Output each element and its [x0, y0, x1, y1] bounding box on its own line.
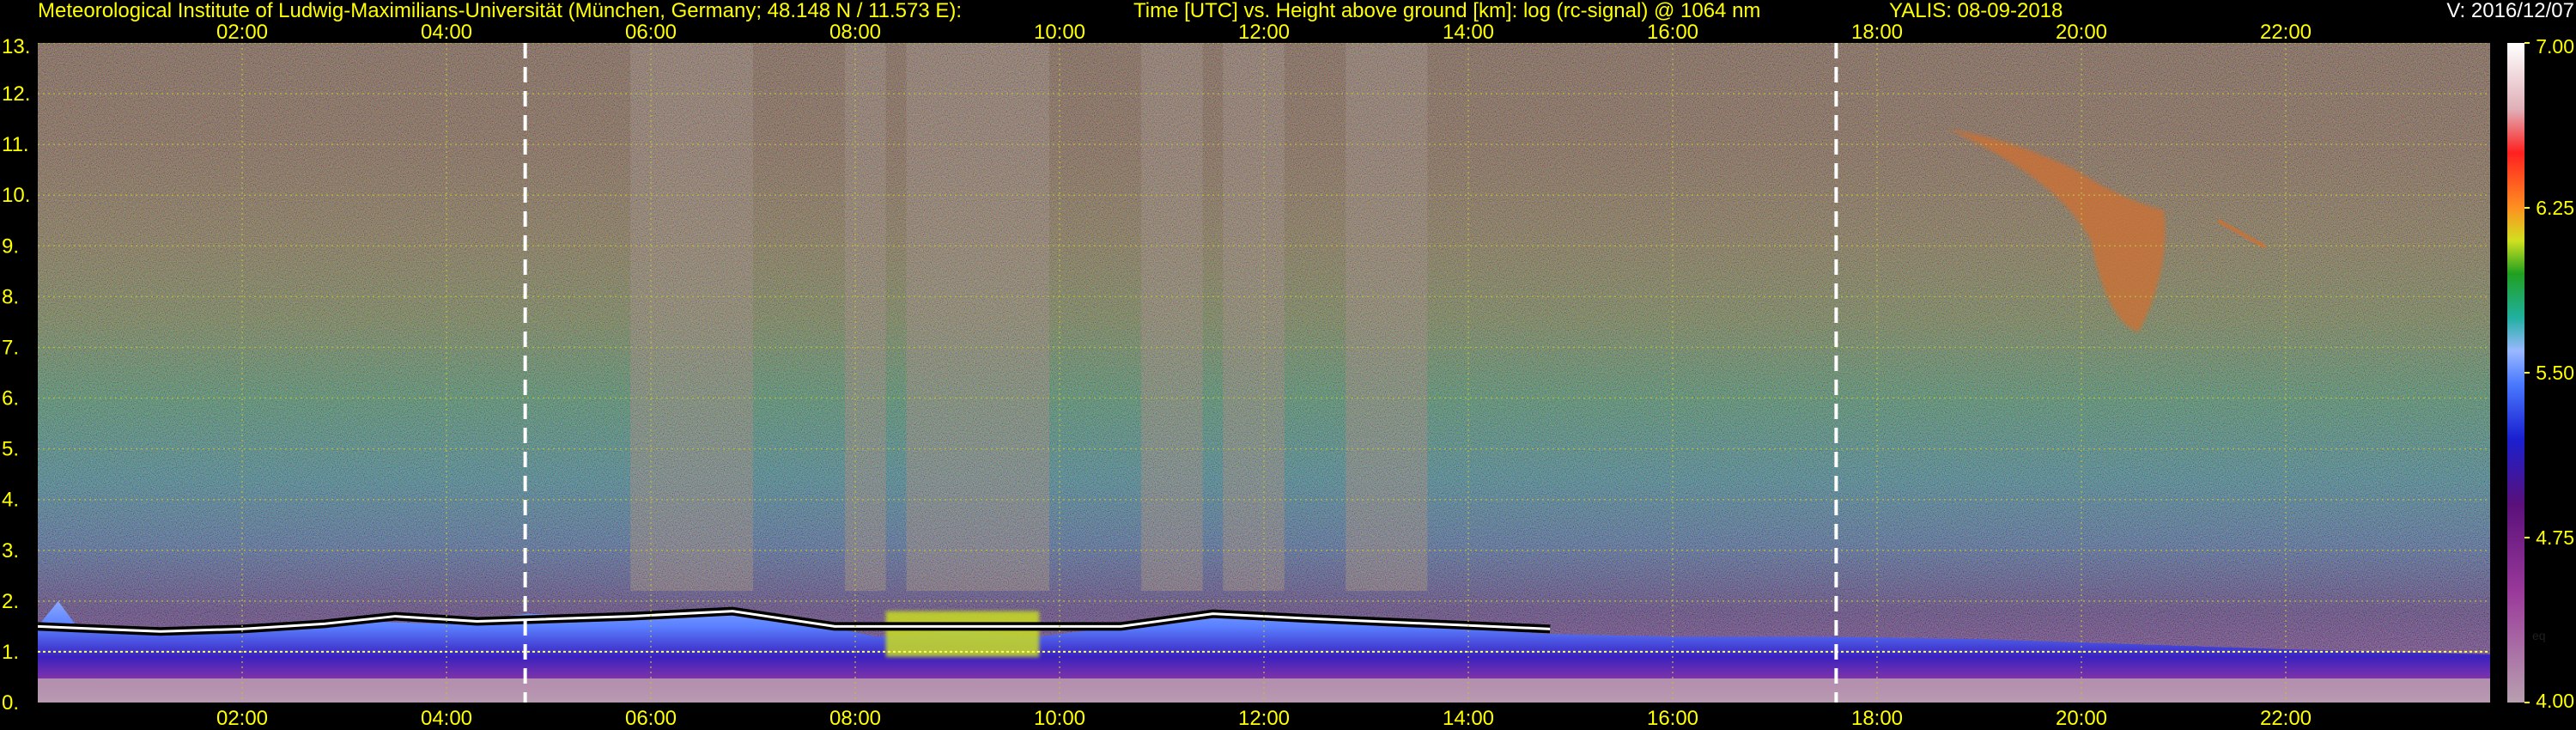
- y-tick-label: 3.: [2, 539, 19, 563]
- x-tick-label-bottom: 16:00: [1647, 707, 1698, 730]
- y-tick-label: 11.: [2, 133, 29, 156]
- x-tick-label-bottom: 12:00: [1238, 707, 1290, 730]
- bright-aerosol-patch: [885, 611, 1040, 657]
- x-tick-label-top: 14:00: [1443, 21, 1494, 44]
- colorbar-tick-label: 5.50: [2536, 362, 2574, 384]
- version-label: V: 2016/12/07: [2446, 0, 2574, 22]
- y-tick-label: 10.: [2, 184, 30, 207]
- y-tick-label: 13.: [2, 35, 30, 58]
- y-tick-label: 5.: [2, 438, 19, 461]
- y-tick-label: 1.: [2, 641, 19, 664]
- x-tick-label-top: 22:00: [2260, 21, 2312, 44]
- x-tick-label-bottom: 02:00: [216, 707, 268, 730]
- y-tick-label: 6.: [2, 387, 19, 411]
- x-tick-label-top: 08:00: [829, 21, 881, 44]
- colorbar-ticks: 4.00 4.75 5.50 6.25 7.00: [2524, 35, 2574, 712]
- y-tick-label: 7.: [2, 336, 19, 359]
- colorbar-label: eq: [2532, 629, 2546, 642]
- plot-title: Time [UTC] vs. Height above ground [km]:…: [1133, 0, 1760, 22]
- colorbar-tick-label: 6.25: [2536, 197, 2574, 219]
- y-tick-label: 12.: [2, 82, 30, 106]
- x-tick-label-bottom: 06:00: [625, 707, 677, 730]
- x-tick-label-top: 10:00: [1034, 21, 1085, 44]
- y-tick-label: 4.: [2, 489, 19, 512]
- heatmap-area: [38, 43, 2490, 703]
- x-axis-bottom: 02:00 04:00 06:00 08:00 10:00 12:00 14:00 16:00…: [216, 707, 2312, 730]
- institute-label: Meteorological Institute of Ludwig-Maxim…: [38, 0, 962, 22]
- colorbar: 4.00 4.75 5.50 6.25 7.00 eq: [2507, 35, 2574, 712]
- x-tick-label-bottom: 20:00: [2056, 707, 2107, 730]
- colorbar-tick-label: 7.00: [2536, 35, 2574, 58]
- colorbar-tick-label: 4.00: [2536, 690, 2574, 712]
- x-tick-label-top: 16:00: [1647, 21, 1698, 44]
- x-tick-label-top: 12:00: [1238, 21, 1290, 44]
- station-date-label: YALIS: 08-09-2018: [1889, 0, 2063, 22]
- lidar-plot-window: Meteorological Institute of Ludwig-Maxim…: [0, 0, 2576, 730]
- x-tick-label-bottom: 14:00: [1443, 707, 1494, 730]
- x-tick-label-top: 02:00: [216, 21, 268, 44]
- y-tick-label: 8.: [2, 285, 19, 308]
- x-tick-label-top: 18:00: [1851, 21, 1903, 44]
- x-tick-label-bottom: 08:00: [829, 707, 881, 730]
- x-tick-label-bottom: 04:00: [421, 707, 472, 730]
- x-tick-label-bottom: 22:00: [2260, 707, 2312, 730]
- y-axis: 0. 1. 2. 3. 4. 5. 6. 7. 8. 9. 10. 11. 12. 13.: [2, 35, 30, 715]
- y-tick-label: 0.: [2, 691, 19, 715]
- x-tick-label-top: 04:00: [421, 21, 472, 44]
- y-tick-label: 2.: [2, 590, 19, 613]
- lidar-plot: Meteorological Institute of Ludwig-Maxim…: [2, 0, 2574, 730]
- y-tick-label: 9.: [2, 234, 19, 258]
- x-tick-label-bottom: 10:00: [1034, 707, 1085, 730]
- colorbar-tick-label: 4.75: [2536, 526, 2574, 549]
- x-tick-label-top: 06:00: [625, 21, 677, 44]
- x-axis-top: 02:00 04:00 06:00 08:00 10:00 12:00 14:00 16:00…: [216, 21, 2312, 44]
- x-tick-label-top: 20:00: [2056, 21, 2107, 44]
- x-tick-label-bottom: 18:00: [1851, 707, 1903, 730]
- colorbar-gradient: [2507, 43, 2524, 703]
